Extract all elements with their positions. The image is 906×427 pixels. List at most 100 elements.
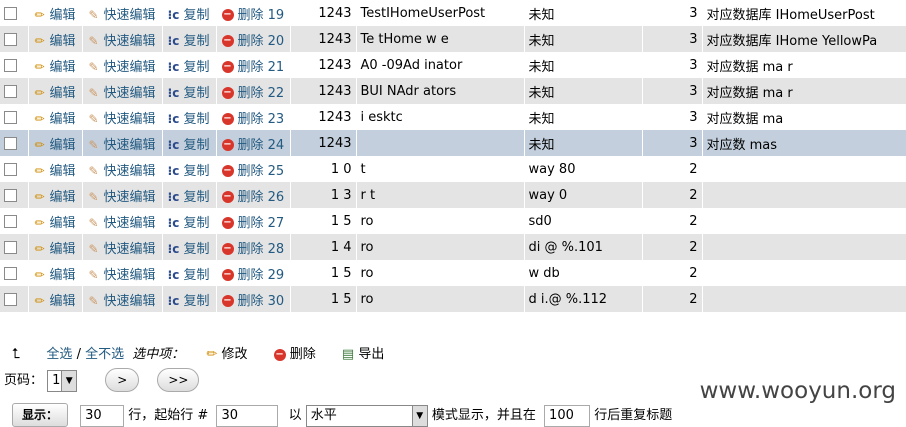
quick-edit-icon: ✎ xyxy=(88,59,99,74)
copy-link[interactable]: ⁝c 复制 xyxy=(162,78,217,104)
delete-link[interactable]: − 删除 22 xyxy=(216,78,291,104)
row-checkbox[interactable] xyxy=(0,104,29,130)
last-page-button[interactable]: >> xyxy=(157,368,200,392)
delete-link[interactable]: − 删除 30 xyxy=(216,286,291,312)
modify-button[interactable]: ✏ 修改 xyxy=(206,347,251,362)
copy-link[interactable]: ⁝c 复制 xyxy=(162,52,217,78)
copy-label: 复制 xyxy=(183,137,210,153)
cell-col1: 1243 xyxy=(290,0,357,26)
rows-input[interactable]: 30 xyxy=(80,404,125,427)
quick-edit-link[interactable]: ✎ 快速编辑 xyxy=(82,208,163,234)
table-row[interactable]: ✏ 编辑 ✎ 快速编辑 ⁝c 复制 − 删除 19 1243 TestIHomeUserPost 未… xyxy=(0,0,906,26)
cell-col3: 未知 xyxy=(524,104,643,130)
table-row[interactable]: ✏ 编辑 ✎ 快速编辑 ⁝c 复制 − 删除 22 1243 BUI NAdr ators 未知 3 对… xyxy=(0,78,906,104)
edit-label: 编辑 xyxy=(49,7,76,23)
edit-link[interactable]: ✏ 编辑 xyxy=(28,0,83,26)
row-checkbox[interactable] xyxy=(0,234,29,260)
cell-col3: 未知 xyxy=(524,26,643,52)
row-checkbox[interactable] xyxy=(0,26,29,52)
delete-link[interactable]: − 删除 27 xyxy=(216,208,291,234)
table-row[interactable]: ✏ 编辑 ✎ 快速编辑 ⁝c 复制 − 删除 28 1 4 ro di @ %.101 2 xyxy=(0,234,906,260)
repeat-header-input[interactable]: 100 xyxy=(544,404,591,427)
quick-edit-link[interactable]: ✎ 快速编辑 xyxy=(82,52,163,78)
cell-col2: TestIHomeUserPost xyxy=(356,0,525,26)
edit-link[interactable]: ✏ 编辑 xyxy=(28,234,83,260)
edit-link[interactable]: ✏ 编辑 xyxy=(28,78,83,104)
delete-link[interactable]: − 删除 19 xyxy=(216,0,291,26)
copy-link[interactable]: ⁝c 复制 xyxy=(162,0,217,26)
delete-link[interactable]: − 删除 20 xyxy=(216,26,291,52)
table-row[interactable]: ✏ 编辑 ✎ 快速编辑 ⁝c 复制 − 删除 26 1 3r t way 02 xyxy=(0,182,906,208)
edit-link[interactable]: ✏ 编辑 xyxy=(28,208,83,234)
copy-link[interactable]: ⁝c 复制 xyxy=(162,182,217,208)
mode-select[interactable]: 水平 ▼ xyxy=(305,404,428,427)
row-checkbox[interactable] xyxy=(0,156,29,182)
table-row[interactable]: ✏ 编辑 ✎ 快速编辑 ⁝c 复制 − 删除 25 1 0 t way 80 2 xyxy=(0,156,906,182)
quick-edit-link[interactable]: ✎ 快速编辑 xyxy=(82,156,163,182)
table-row[interactable]: ✏ 编辑 ✎ 快速编辑 ⁝c 复制 − 删除 29 1 5 ro w db 2 xyxy=(0,260,906,286)
table-row[interactable]: ✏ 编辑 ✎ 快速编辑 ⁝c 复制 − 删除 30 1 5 ro d i.@ %.112 2 xyxy=(0,286,906,312)
copy-link[interactable]: ⁝c 复制 xyxy=(162,234,217,260)
quick-edit-link[interactable]: ✎ 快速编辑 xyxy=(82,234,163,260)
table-row[interactable]: ✏ 编辑 ✎ 快速编辑 ⁝c 复制 − 删除 24 1243 未知 3 对应数 mas xyxy=(0,130,906,156)
cell-col4: 3 xyxy=(642,130,703,156)
delete-link[interactable]: − 删除 29 xyxy=(216,260,291,286)
edit-link[interactable]: ✏ 编辑 xyxy=(28,286,83,312)
copy-link[interactable]: ⁝c 复制 xyxy=(162,208,217,234)
row-checkbox[interactable] xyxy=(0,208,29,234)
row-checkbox[interactable] xyxy=(0,130,29,156)
export-icon: ▤ xyxy=(341,347,355,362)
deselect-all-link[interactable]: 全不选 xyxy=(85,347,124,362)
quick-edit-link[interactable]: ✎ 快速编辑 xyxy=(82,104,163,130)
table-row[interactable]: ✏ 编辑 ✎ 快速编辑 ⁝c 复制 − 删除 23 1243 i esktc 未知 3 对应数据 ma xyxy=(0,104,906,130)
edit-link[interactable]: ✏ 编辑 xyxy=(28,156,83,182)
quick-edit-link[interactable]: ✎ 快速编辑 xyxy=(82,0,163,26)
cell-col3: 未知 xyxy=(524,130,643,156)
page-select[interactable]: 1 ▼ xyxy=(47,369,78,392)
delete-icon: − xyxy=(221,217,234,229)
row-checkbox[interactable] xyxy=(0,52,29,78)
copy-link[interactable]: ⁝c 复制 xyxy=(162,26,217,52)
table-row[interactable]: ✏ 编辑 ✎ 快速编辑 ⁝c 复制 − 删除 21 1243 A0 -09Ad inator 未知 3… xyxy=(0,52,906,78)
next-page-button[interactable]: > xyxy=(105,368,140,392)
delete-link[interactable]: − 删除 28 xyxy=(216,234,291,260)
pencil-icon: ✏ xyxy=(206,347,218,362)
quick-edit-link[interactable]: ✎ 快速编辑 xyxy=(82,182,163,208)
edit-link[interactable]: ✏ 编辑 xyxy=(28,26,83,52)
export-button[interactable]: ▤ 导出 xyxy=(342,347,384,362)
delete-link[interactable]: − 删除 23 xyxy=(216,104,291,130)
table-row[interactable]: ✏ 编辑 ✎ 快速编辑 ⁝c 复制 − 删除 20 1243 Te tHome w e 未知 3 对应数… xyxy=(0,26,906,52)
show-button[interactable]: 显示： xyxy=(12,403,68,427)
quick-edit-link[interactable]: ✎ 快速编辑 xyxy=(82,78,163,104)
edit-link[interactable]: ✏ 编辑 xyxy=(28,130,83,156)
copy-link[interactable]: ⁝c 复制 xyxy=(162,156,217,182)
delete-selected-button[interactable]: − 删除 xyxy=(273,347,320,362)
quick-edit-link[interactable]: ✎ 快速编辑 xyxy=(82,260,163,286)
delete-link[interactable]: − 删除 26 xyxy=(216,182,291,208)
row-checkbox[interactable] xyxy=(0,286,29,312)
start-row-input[interactable]: 30 xyxy=(216,404,279,427)
row-id: 28 xyxy=(267,241,285,257)
copy-link[interactable]: ⁝c 复制 xyxy=(162,260,217,286)
delete-link[interactable]: − 删除 25 xyxy=(216,156,291,182)
delete-link[interactable]: − 删除 21 xyxy=(216,52,291,78)
row-checkbox[interactable] xyxy=(0,78,29,104)
row-checkbox[interactable] xyxy=(0,0,29,26)
quick-edit-link[interactable]: ✎ 快速编辑 xyxy=(82,130,163,156)
copy-link[interactable]: ⁝c 复制 xyxy=(162,286,217,312)
cell-col3: 未知 xyxy=(524,52,643,78)
edit-link[interactable]: ✏ 编辑 xyxy=(28,104,83,130)
row-checkbox[interactable] xyxy=(0,182,29,208)
quick-edit-link[interactable]: ✎ 快速编辑 xyxy=(82,286,163,312)
row-checkbox[interactable] xyxy=(0,260,29,286)
select-all-link[interactable]: 全选 xyxy=(46,347,72,362)
edit-link[interactable]: ✏ 编辑 xyxy=(28,260,83,286)
copy-link[interactable]: ⁝c 复制 xyxy=(162,130,217,156)
edit-link[interactable]: ✏ 编辑 xyxy=(28,52,83,78)
quick-edit-link[interactable]: ✎ 快速编辑 xyxy=(82,26,163,52)
copy-link[interactable]: ⁝c 复制 xyxy=(162,104,217,130)
edit-link[interactable]: ✏ 编辑 xyxy=(28,182,83,208)
table-row[interactable]: ✏ 编辑 ✎ 快速编辑 ⁝c 复制 − 删除 27 1 5 ro sd0 2 xyxy=(0,208,906,234)
delete-icon: − xyxy=(221,113,234,125)
delete-link[interactable]: − 删除 24 xyxy=(216,130,291,156)
